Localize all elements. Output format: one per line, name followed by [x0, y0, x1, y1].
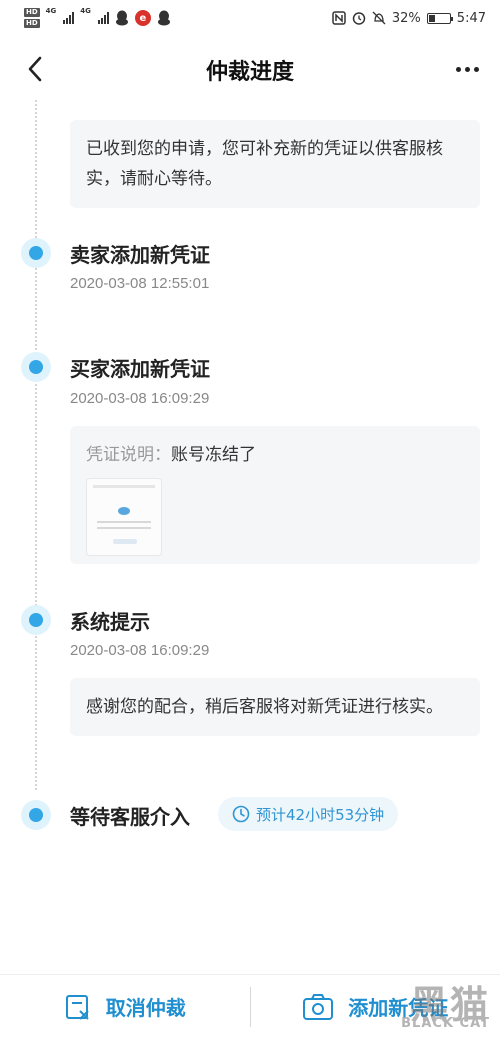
- alarm-icon: [352, 12, 366, 25]
- event-title: 买家添加新凭证: [70, 357, 210, 381]
- system-note: 感谢您的配合，稍后客服将对新凭证进行核实。: [70, 678, 480, 736]
- thumbnail-text-line: [97, 527, 151, 529]
- eta-text: 预计42小时53分钟: [256, 805, 385, 824]
- timeline-connector: [35, 100, 37, 790]
- qq-icon: [115, 10, 128, 26]
- timeline-node: [21, 605, 51, 635]
- event-time: 2020-03-08 16:09:29: [70, 390, 210, 407]
- watermark-en: BLACK CAT: [401, 1016, 490, 1031]
- thumbnail-logo: [118, 507, 130, 515]
- notification-app-icon: e: [134, 10, 151, 26]
- timeline-node: [21, 238, 51, 268]
- battery-fill: [428, 14, 436, 22]
- thumbnail-button: [113, 539, 137, 544]
- camera-icon: [303, 993, 334, 1020]
- event-title: 卖家添加新凭证: [70, 243, 210, 267]
- battery-icon: [426, 12, 453, 24]
- more-dot-icon: [455, 66, 461, 72]
- timeline-node: [21, 352, 51, 382]
- mute-icon: [372, 11, 386, 25]
- battery-percent: 32%: [391, 10, 421, 26]
- eta-badge: 预计42小时53分钟: [218, 797, 399, 831]
- black-cat-watermark: 黑猫 BLACK CAT: [346, 972, 496, 1038]
- status-left: HD HD 4G 4G e: [24, 8, 171, 28]
- more-dot-icon: [464, 66, 470, 72]
- timeline-node: [21, 800, 51, 830]
- nfc-icon: [332, 11, 346, 25]
- network-type-1: 4G: [45, 7, 57, 15]
- event-title: 系统提示: [70, 610, 150, 634]
- more-options-button[interactable]: [450, 52, 484, 86]
- thumbnail-text-line: [97, 521, 151, 523]
- hd-icons: HD HD: [24, 8, 40, 28]
- cancel-arbitration-label: 取消仲裁: [105, 996, 186, 1020]
- more-dot-icon: [473, 66, 479, 72]
- app-header: 仲裁进度: [0, 40, 500, 98]
- event-time: 2020-03-08 12:55:01: [70, 275, 210, 292]
- network-type-2: 4G: [80, 7, 91, 15]
- evidence-card: 凭证说明：账号冻结了: [70, 426, 480, 564]
- evidence-description: 凭证说明：账号冻结了: [86, 440, 464, 470]
- qq-icon: [157, 10, 170, 26]
- signal-icon-2: [97, 12, 109, 24]
- evidence-text: 账号冻结了: [171, 445, 256, 465]
- status-bar: HD HD 4G 4G e 32% 5:47: [0, 0, 500, 36]
- application-received-note: 已收到您的申请，您可补充新的凭证以供客服核实，请耐心等待。: [70, 120, 480, 208]
- hd-bottom-icon: HD: [24, 19, 40, 28]
- cancel-arbitration-button[interactable]: 取消仲裁: [0, 975, 250, 1038]
- status-right: 32% 5:47: [332, 11, 486, 26]
- evidence-label: 凭证说明：: [86, 445, 171, 465]
- clock: 5:47: [456, 10, 486, 26]
- signal-icon-1: [63, 12, 75, 24]
- event-time: 2020-03-08 16:09:29: [70, 642, 210, 659]
- cancel-document-icon: [65, 994, 89, 1020]
- hd-top-icon: HD: [24, 8, 40, 17]
- page-title: 仲裁进度: [205, 60, 294, 85]
- clock-icon: [232, 805, 250, 823]
- evidence-thumbnail[interactable]: [86, 478, 162, 556]
- thumbnail-header: [93, 485, 155, 488]
- event-title: 等待客服介入: [70, 805, 190, 829]
